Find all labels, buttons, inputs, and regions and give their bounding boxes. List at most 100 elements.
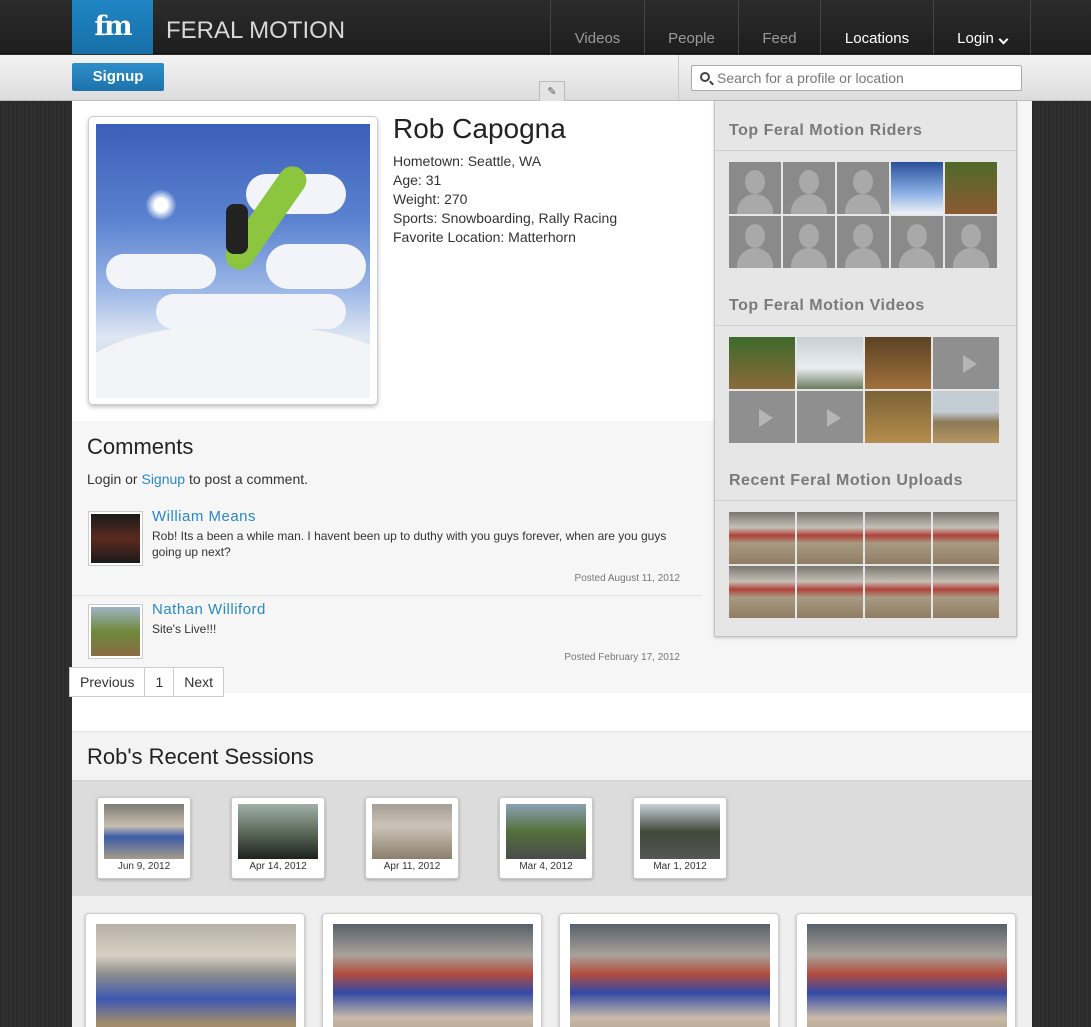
detail-hometown: Hometown: Seattle, WA: [393, 153, 542, 169]
session-card[interactable]: Mar 4, 2012: [499, 797, 593, 879]
pager-next[interactable]: Next: [174, 668, 223, 696]
video-thumbnail[interactable]: [797, 391, 863, 443]
avatar[interactable]: [88, 604, 143, 659]
comment-date: Posted February 17, 2012: [564, 652, 680, 663]
signup-link[interactable]: Signup: [141, 471, 185, 487]
session-thumbnail: [104, 804, 184, 859]
rider-avatar[interactable]: [891, 162, 943, 214]
video-thumbnail[interactable]: [729, 391, 795, 443]
signup-button[interactable]: Signup: [72, 63, 164, 91]
session-card[interactable]: Mar 1, 2012: [633, 797, 727, 879]
videos-grid: [729, 337, 999, 443]
pager-previous[interactable]: Previous: [70, 668, 146, 696]
nav-locations[interactable]: Locations: [820, 0, 933, 54]
session-video-card[interactable]: [796, 913, 1016, 1027]
rider-avatar[interactable]: [729, 162, 781, 214]
session-video-card[interactable]: [322, 913, 542, 1027]
nav-videos[interactable]: Videos: [550, 0, 644, 54]
comment-item: Nathan Williford Site's Live!!! Posted F…: [72, 601, 702, 674]
rider-avatar[interactable]: [837, 216, 889, 268]
session-video-thumbnail: [96, 924, 296, 1027]
logo[interactable]: fm: [72, 0, 153, 54]
session-thumbnail: [640, 804, 720, 859]
sessions-header: Rob's Recent Sessions: [72, 731, 1032, 781]
uploads-heading: Recent Feral Motion Uploads: [715, 461, 1016, 501]
comment-text: Rob! Its a been a while man. I havent be…: [152, 529, 667, 559]
nav-feed[interactable]: Feed: [738, 0, 820, 54]
session-card[interactable]: Jun 9, 2012: [97, 797, 191, 879]
rider-avatar[interactable]: [945, 216, 997, 268]
search-input[interactable]: Search for a profile or location: [691, 65, 1022, 91]
video-thumbnail[interactable]: [797, 337, 863, 389]
nav-login[interactable]: Login: [933, 0, 1031, 54]
rider-avatar[interactable]: [783, 162, 835, 214]
search-icon: [700, 72, 710, 82]
comment-date: Posted August 11, 2012: [574, 573, 680, 584]
profile-details: Hometown: Seattle, WA Age: 31 Weight: 27…: [393, 152, 617, 247]
upload-thumbnail[interactable]: [865, 566, 931, 618]
sessions-strip: Jun 9, 2012 Apr 14, 2012 Apr 11, 2012 Ma…: [72, 781, 1032, 896]
session-thumbnail: [238, 804, 318, 859]
upload-thumbnail[interactable]: [729, 512, 795, 564]
session-card[interactable]: Apr 14, 2012: [231, 797, 325, 879]
session-videos-row: [72, 896, 1032, 1027]
comment-text: Site's Live!!!: [152, 622, 217, 636]
uploads-grid: [729, 512, 999, 618]
upload-thumbnail[interactable]: [933, 512, 999, 564]
rider-shape: [226, 204, 248, 254]
chevron-down-icon: [998, 34, 1009, 45]
upload-thumbnail[interactable]: [933, 566, 999, 618]
sun-icon: [146, 190, 176, 220]
session-thumbnail: [506, 804, 586, 859]
comment-author[interactable]: William Means: [152, 508, 256, 525]
session-video-thumbnail: [333, 924, 533, 1027]
session-video-thumbnail: [807, 924, 1007, 1027]
brand-name[interactable]: FERAL MOTION: [166, 17, 345, 45]
rider-avatar[interactable]: [837, 162, 889, 214]
pagination: Previous 1 Next: [69, 667, 225, 697]
video-thumbnail[interactable]: [865, 391, 931, 443]
sub-bar: Signup ✎ Search for a profile or locatio…: [0, 55, 1091, 101]
profile-name: Rob Capogna: [393, 113, 566, 144]
upload-thumbnail[interactable]: [797, 566, 863, 618]
session-video-card[interactable]: [85, 913, 305, 1027]
detail-favorite-location: Favorite Location: Matterhorn: [393, 229, 576, 245]
session-date: Mar 1, 2012: [653, 861, 707, 872]
prompt-post: to post a comment.: [185, 471, 309, 487]
rider-avatar[interactable]: [891, 216, 943, 268]
rider-avatar[interactable]: [945, 162, 997, 214]
comment-login-prompt: Login or Signup to post a comment.: [87, 471, 308, 487]
detail-sports: Sports: Snowboarding, Rally Racing: [393, 210, 618, 226]
avatar[interactable]: [88, 511, 143, 566]
profile-photo[interactable]: [96, 124, 370, 398]
rider-avatar[interactable]: [729, 216, 781, 268]
main-nav: Videos People Feed Locations Login: [550, 0, 1031, 54]
video-thumbnail[interactable]: [933, 337, 999, 389]
search-placeholder: Search for a profile or location: [717, 70, 904, 86]
pager-page-1[interactable]: 1: [145, 668, 175, 696]
search-area: Search for a profile or location: [678, 55, 1091, 101]
session-card[interactable]: Apr 11, 2012: [365, 797, 459, 879]
sidebar: Top Feral Motion Riders Top Feral Motion…: [714, 101, 1017, 637]
video-thumbnail[interactable]: [729, 337, 795, 389]
rider-avatar[interactable]: [783, 216, 835, 268]
comments-title: Comments: [87, 434, 194, 459]
video-thumbnail[interactable]: [933, 391, 999, 443]
video-thumbnail[interactable]: [865, 337, 931, 389]
session-date: Apr 11, 2012: [383, 861, 441, 872]
detail-weight: Weight: 270: [393, 191, 468, 207]
pager-strip: [72, 693, 1032, 731]
sessions-title: Rob's Recent Sessions: [87, 744, 314, 769]
session-date: Mar 4, 2012: [519, 861, 573, 872]
riders-heading: Top Feral Motion Riders: [715, 111, 1016, 151]
upload-thumbnail[interactable]: [797, 512, 863, 564]
comment-author[interactable]: Nathan Williford: [152, 601, 266, 618]
riders-grid: [729, 162, 997, 268]
profile-photo-frame: [88, 116, 378, 405]
session-video-card[interactable]: [559, 913, 779, 1027]
pin-icon[interactable]: ✎: [539, 81, 565, 101]
top-header: fm FERAL MOTION Videos People Feed Locat…: [0, 0, 1091, 54]
nav-people[interactable]: People: [644, 0, 738, 54]
upload-thumbnail[interactable]: [729, 566, 795, 618]
upload-thumbnail[interactable]: [865, 512, 931, 564]
